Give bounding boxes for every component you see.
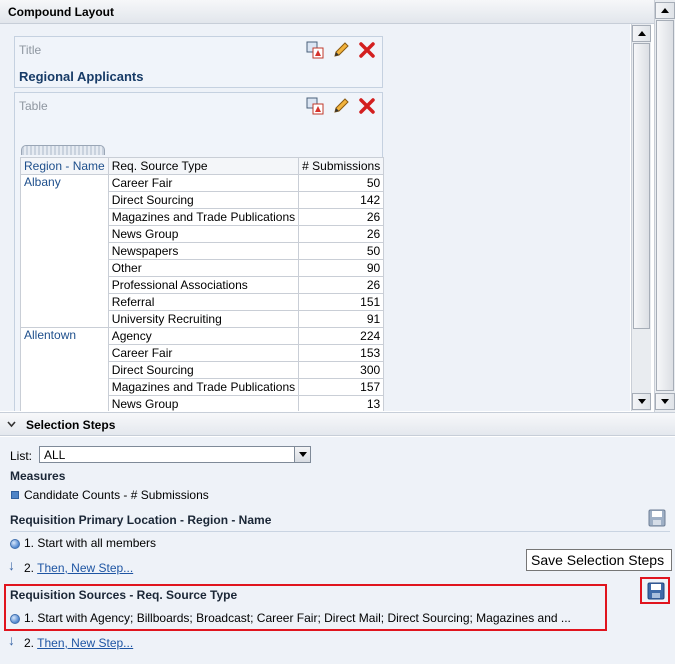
submissions-cell: 26: [298, 225, 385, 243]
column-header-region[interactable]: Region - Name: [20, 157, 109, 175]
edit-pencil-icon[interactable]: [332, 97, 350, 115]
submissions-cell: 91: [298, 310, 385, 328]
source-type-cell[interactable]: University Recruiting: [107, 310, 300, 328]
submissions-cell: 153: [298, 344, 385, 362]
section1-step2: 2. Then, New Step...: [24, 561, 133, 575]
section2-new-step-link[interactable]: Then, New Step...: [37, 636, 133, 650]
arrow-up-icon: [661, 8, 669, 13]
inner-scroll-down-button[interactable]: [632, 393, 651, 410]
table-view-toolbar: [306, 97, 376, 115]
selection-steps-body: List: ALL Measures Candidate Counts - # …: [0, 437, 675, 664]
submissions-cell: 26: [298, 276, 385, 294]
table-view-label: Table: [19, 99, 48, 113]
source-type-cell[interactable]: Other: [107, 259, 300, 277]
source-type-cell[interactable]: Magazines and Trade Publications: [107, 208, 300, 226]
source-type-cell[interactable]: Direct Sourcing: [107, 361, 300, 379]
step-bullet-icon: [10, 539, 20, 549]
source-type-cell[interactable]: Direct Sourcing: [107, 191, 300, 209]
table-view: Table Region - Name Req. Source Type # S…: [14, 92, 385, 411]
title-view-value: Regional Applicants: [19, 69, 144, 84]
arrow-down-icon: ↓: [8, 632, 15, 648]
source-type-cell[interactable]: Professional Associations: [107, 276, 300, 294]
submissions-cell: 13: [298, 395, 385, 411]
chevron-down-icon[interactable]: [294, 447, 310, 462]
section2-step2: 2. Then, New Step...: [24, 636, 133, 650]
outer-scroll-up-button[interactable]: [655, 2, 675, 19]
delete-x-icon[interactable]: [358, 41, 376, 59]
region-cell[interactable]: Allentown: [20, 327, 109, 411]
source-type-cell[interactable]: Referral: [107, 293, 300, 311]
step-bullet-icon: [10, 614, 20, 624]
submissions-cell: 224: [298, 327, 385, 345]
arrow-up-icon: [637, 31, 646, 36]
title-view-label: Title: [19, 43, 42, 57]
table-tab-handle[interactable]: [21, 145, 105, 155]
arrow-down-icon: [661, 399, 669, 404]
list-label: List:: [10, 449, 33, 463]
compound-layout-body: Title Regional Applicants Table Region -…: [0, 24, 630, 411]
column-header-submissions[interactable]: # Submissions: [298, 157, 385, 175]
source-type-cell[interactable]: News Group: [107, 225, 300, 243]
source-type-cell[interactable]: Career Fair: [107, 344, 300, 362]
section1-new-step-link[interactable]: Then, New Step...: [37, 561, 133, 575]
submissions-cell: 26: [298, 208, 385, 226]
submissions-cell: 50: [298, 242, 385, 260]
save-selection-steps-tooltip: Save Selection Steps: [526, 549, 672, 571]
inner-scroll-up-button[interactable]: [632, 25, 651, 42]
submissions-cell: 157: [298, 378, 385, 396]
format-view-icon[interactable]: [306, 97, 324, 115]
title-view-toolbar: [306, 41, 376, 59]
outer-scroll-thumb[interactable]: [656, 20, 674, 391]
data-table: Region - Name Req. Source Type # Submiss…: [20, 157, 385, 411]
compound-layout-title: Compound Layout: [8, 5, 114, 19]
inner-vertical-scrollbar[interactable]: [631, 24, 651, 411]
arrow-down-icon: [637, 399, 646, 404]
section1-separator: [10, 531, 670, 532]
source-type-cell[interactable]: Newspapers: [107, 242, 300, 260]
table-header-row: Region - Name Req. Source Type # Submiss…: [20, 157, 385, 175]
submissions-cell: 300: [298, 361, 385, 379]
submissions-cell: 151: [298, 293, 385, 311]
title-view: Title Regional Applicants: [14, 36, 383, 88]
selection-steps-header[interactable]: Selection Steps: [0, 412, 675, 436]
delete-x-icon[interactable]: [358, 97, 376, 115]
measure-item: Candidate Counts - # Submissions: [24, 488, 209, 502]
edit-pencil-icon[interactable]: [332, 41, 350, 59]
column-header-source[interactable]: Req. Source Type: [107, 157, 300, 175]
submissions-cell: 142: [298, 191, 385, 209]
section1-title: Requisition Primary Location - Region - …: [10, 513, 272, 527]
table-body: Albany Career Fair 50 Direct Sourcing 142 Mag…: [20, 174, 385, 411]
source-type-cell[interactable]: News Group: [107, 395, 300, 411]
section2-step2-number: 2.: [24, 636, 35, 650]
submissions-cell: 90: [298, 259, 385, 277]
table-row: Albany Career Fair 50: [20, 174, 385, 328]
section1-step2-number: 2.: [24, 561, 35, 575]
format-view-icon[interactable]: [306, 41, 324, 59]
section2-step1[interactable]: 1. Start with Agency; Billboards; Broadc…: [24, 611, 571, 625]
section1-step1[interactable]: 1. Start with all members: [24, 536, 156, 550]
table-row: Allentown Agency 224: [20, 327, 385, 411]
selection-steps-title: Selection Steps: [26, 418, 116, 432]
list-select[interactable]: ALL: [39, 446, 311, 463]
outer-scroll-down-button[interactable]: [655, 393, 675, 410]
source-type-cell[interactable]: Agency: [107, 327, 300, 345]
chevron-down-icon[interactable]: [7, 420, 16, 429]
measure-square-icon: [11, 491, 19, 499]
source-type-cell[interactable]: Career Fair: [107, 174, 300, 192]
outer-vertical-scrollbar[interactable]: [654, 0, 675, 412]
section2-title: Requisition Sources - Req. Source Type: [10, 588, 238, 602]
submissions-cell: 50: [298, 174, 385, 192]
region-cell[interactable]: Albany: [20, 174, 109, 328]
compound-layout-header: Compound Layout: [0, 0, 675, 24]
inner-scroll-thumb[interactable]: [633, 43, 650, 329]
source-type-cell[interactable]: Magazines and Trade Publications: [107, 378, 300, 396]
save-disk-icon[interactable]: [648, 509, 666, 527]
measures-title: Measures: [10, 469, 66, 483]
arrow-down-icon: ↓: [8, 557, 15, 573]
list-select-value: ALL: [44, 448, 66, 462]
save-disk-icon[interactable]: [647, 582, 665, 600]
